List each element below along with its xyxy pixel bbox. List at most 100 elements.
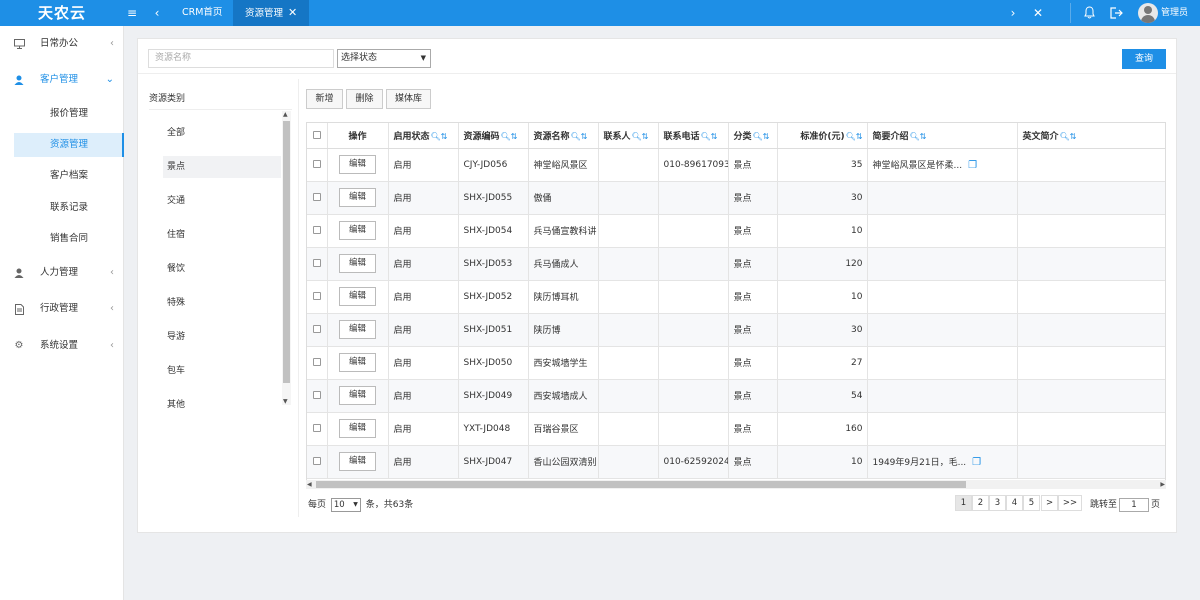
table-row[interactable]: 编辑 启用 CJY-JD056 神堂峪风景区 010-89617093 景点 35 神堂峪风景… xyxy=(307,148,1165,182)
row-checkbox[interactable] xyxy=(307,346,328,380)
delete-button[interactable]: 删除 xyxy=(346,89,383,109)
sidebar-subitem-customer-files[interactable]: 客户档案 xyxy=(14,164,124,188)
search-sort-icon[interactable]: 🔍︎⇅ xyxy=(910,132,927,141)
copy-icon[interactable]: ❐ xyxy=(968,160,977,171)
table-row[interactable]: 编辑 启用 SHX-JD049 西安城墙成人 景点 54 xyxy=(307,379,1165,413)
search-sort-icon[interactable]: 🔍︎⇅ xyxy=(632,132,649,141)
sidebar-item-admin-management[interactable]: 行政管理 ‹ xyxy=(0,299,124,319)
chevron-left-icon[interactable]: ‹ xyxy=(150,0,164,26)
sidebar-item-system-settings[interactable]: ⚙ 系统设置 ‹ xyxy=(0,336,124,356)
row-checkbox[interactable] xyxy=(307,148,328,182)
row-checkbox[interactable] xyxy=(307,445,328,479)
search-sort-icon[interactable]: 🔍︎⇅ xyxy=(501,132,518,141)
tab-resource-management[interactable]: 资源管理 ✕ xyxy=(233,0,310,26)
search-sort-icon[interactable]: 🔍︎⇅ xyxy=(753,132,770,141)
page-button-5[interactable]: 5 xyxy=(1023,495,1040,511)
table-row[interactable]: 编辑 启用 YXT-JD048 百瑞谷景区 景点 160 xyxy=(307,412,1165,446)
col-header-price[interactable]: 标准价(元)🔍︎⇅ xyxy=(777,123,868,149)
page-button-3[interactable]: 3 xyxy=(989,495,1006,511)
chevron-right-icon[interactable]: › xyxy=(1006,0,1020,26)
search-sort-icon[interactable]: 🔍︎⇅ xyxy=(571,132,588,141)
edit-button[interactable]: 编辑 xyxy=(339,452,376,471)
page-button-4[interactable]: 4 xyxy=(1006,495,1023,511)
admin-name[interactable]: 管理员 xyxy=(1161,0,1188,26)
table-row[interactable]: 编辑 启用 SHX-JD050 西安城墙学生 景点 27 xyxy=(307,346,1165,380)
copy-icon[interactable]: ❐ xyxy=(972,457,981,468)
category-item-transport[interactable]: 交通 xyxy=(163,190,281,212)
col-header-en-intro[interactable]: 英文简介🔍︎⇅ xyxy=(1017,123,1165,149)
row-checkbox[interactable] xyxy=(307,379,328,413)
edit-button[interactable]: 编辑 xyxy=(339,254,376,273)
category-item-scenic[interactable]: 景点 xyxy=(163,156,281,178)
table-row[interactable]: 编辑 启用 SHX-JD052 陕历博耳机 景点 10 xyxy=(307,280,1165,314)
sidebar-subitem-quotes[interactable]: 报价管理 xyxy=(14,102,124,126)
table-row[interactable]: 编辑 启用 SHX-JD055 傲俑 景点 30 xyxy=(307,181,1165,215)
edit-button[interactable]: 编辑 xyxy=(339,386,376,405)
close-icon[interactable]: ✕ xyxy=(288,6,297,19)
page-size-select[interactable]: 10 ▼ xyxy=(330,497,361,512)
avatar[interactable] xyxy=(1138,3,1158,23)
col-header-code[interactable]: 资源编码🔍︎⇅ xyxy=(458,123,529,149)
select-all-checkbox[interactable] xyxy=(307,123,328,149)
table-row[interactable]: 编辑 启用 SHX-JD047 香山公园双清别 010-62592024 景点 10 1949… xyxy=(307,445,1165,479)
edit-button[interactable]: 编辑 xyxy=(339,419,376,438)
category-item-all[interactable]: 全部 xyxy=(163,122,281,144)
page-button-1[interactable]: 1 xyxy=(955,495,972,511)
table-row[interactable]: 编辑 启用 SHX-JD053 兵马俑成人 景点 120 xyxy=(307,247,1165,281)
last-page-button[interactable]: >> xyxy=(1058,495,1082,511)
row-checkbox[interactable] xyxy=(307,280,328,314)
scroll-thumb[interactable] xyxy=(283,121,290,383)
col-header-phone[interactable]: 联系电话🔍︎⇅ xyxy=(658,123,729,149)
col-header-category[interactable]: 分类🔍︎⇅ xyxy=(728,123,778,149)
horizontal-scrollbar[interactable]: ◀ ▶ xyxy=(306,480,1166,489)
next-page-button[interactable]: > xyxy=(1041,495,1058,511)
media-library-button[interactable]: 媒体库 xyxy=(386,89,431,109)
logout-icon[interactable] xyxy=(1108,0,1124,26)
col-header-intro[interactable]: 简要介绍🔍︎⇅ xyxy=(867,123,1018,149)
search-sort-icon[interactable]: 🔍︎⇅ xyxy=(1060,132,1077,141)
menu-icon[interactable]: ≡ xyxy=(124,0,140,26)
search-sort-icon[interactable]: 🔍︎⇅ xyxy=(431,132,448,141)
tab-crm-home[interactable]: CRM首页 xyxy=(170,0,234,26)
scroll-down-icon[interactable]: ▼ xyxy=(283,398,288,405)
sidebar-item-customer-management[interactable]: 客户管理 ⌄ xyxy=(0,70,124,90)
row-checkbox[interactable] xyxy=(307,214,328,248)
edit-button[interactable]: 编辑 xyxy=(339,287,376,306)
resource-name-input[interactable]: 资源名称 xyxy=(148,49,334,68)
category-scrollbar[interactable]: ▲ ▼ xyxy=(282,111,291,405)
col-header-status[interactable]: 启用状态🔍︎⇅ xyxy=(388,123,459,149)
table-row[interactable]: 编辑 启用 SHX-JD054 兵马俑宣教科讲 景点 10 xyxy=(307,214,1165,248)
category-item-lodging[interactable]: 住宿 xyxy=(163,224,281,246)
sidebar-subitem-contact-records[interactable]: 联系记录 xyxy=(14,196,124,220)
category-item-special[interactable]: 特殊 xyxy=(163,292,281,314)
edit-button[interactable]: 编辑 xyxy=(339,188,376,207)
category-item-charter[interactable]: 包车 xyxy=(163,360,281,382)
status-select[interactable]: 选择状态 ▼ xyxy=(337,49,431,68)
sidebar-item-hr-management[interactable]: 人力管理 ‹ xyxy=(0,263,124,283)
col-header-contact[interactable]: 联系人🔍︎⇅ xyxy=(598,123,659,149)
row-checkbox[interactable] xyxy=(307,412,328,446)
bell-icon[interactable] xyxy=(1082,0,1096,26)
edit-button[interactable]: 编辑 xyxy=(339,320,376,339)
search-sort-icon[interactable]: 🔍︎⇅ xyxy=(846,132,863,141)
search-sort-icon[interactable]: 🔍︎⇅ xyxy=(701,132,718,141)
sidebar-subitem-sales-contracts[interactable]: 销售合同 xyxy=(14,227,124,251)
add-button[interactable]: 新增 xyxy=(306,89,343,109)
scroll-thumb[interactable] xyxy=(316,481,966,488)
scroll-left-icon[interactable]: ◀ xyxy=(307,480,312,489)
edit-button[interactable]: 编辑 xyxy=(339,353,376,372)
scroll-right-icon[interactable]: ▶ xyxy=(1160,480,1165,489)
row-checkbox[interactable] xyxy=(307,247,328,281)
category-item-guide[interactable]: 导游 xyxy=(163,326,281,348)
sidebar-subitem-resources[interactable]: 资源管理 xyxy=(14,133,124,157)
table-row[interactable]: 编辑 启用 SHX-JD051 陕历博 景点 30 xyxy=(307,313,1165,347)
row-checkbox[interactable] xyxy=(307,313,328,347)
edit-button[interactable]: 编辑 xyxy=(339,155,376,174)
edit-button[interactable]: 编辑 xyxy=(339,221,376,240)
close-all-icon[interactable]: ✕ xyxy=(1031,0,1045,26)
category-item-dining[interactable]: 餐饮 xyxy=(163,258,281,280)
query-button[interactable]: 查询 xyxy=(1122,49,1166,69)
row-checkbox[interactable] xyxy=(307,181,328,215)
sidebar-item-daily-office[interactable]: 日常办公 ‹ xyxy=(0,34,124,54)
col-header-name[interactable]: 资源名称🔍︎⇅ xyxy=(528,123,599,149)
